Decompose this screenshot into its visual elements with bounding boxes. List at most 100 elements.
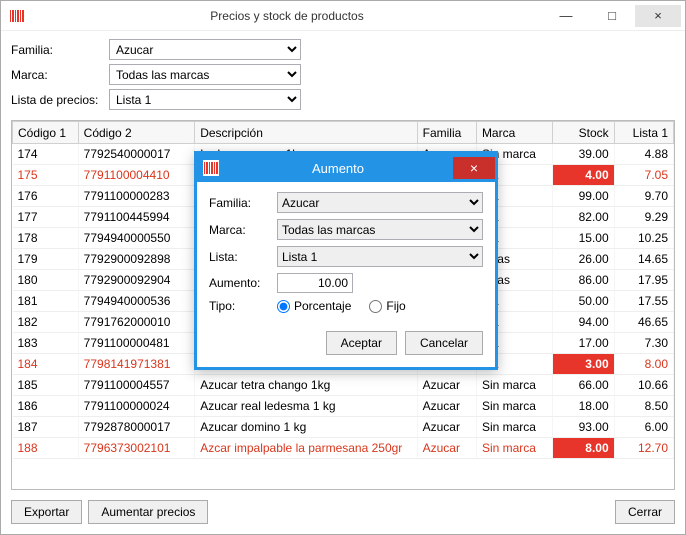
cell-c2[interactable]: 7792878000017 <box>78 417 195 438</box>
cell-price[interactable]: 10.25 <box>614 228 673 249</box>
cell-c1[interactable]: 180 <box>13 270 79 291</box>
col-lista1[interactable]: Lista 1 <box>614 122 673 144</box>
cell-c1[interactable]: 182 <box>13 312 79 333</box>
cell-c2[interactable]: 7798141971381 <box>78 354 195 375</box>
familia-select[interactable]: Azucar <box>109 39 301 60</box>
cell-c2[interactable]: 7794940000536 <box>78 291 195 312</box>
dialog-aumento-input[interactable] <box>277 273 353 293</box>
maximize-button[interactable]: □ <box>589 5 635 27</box>
cell-stock[interactable]: 18.00 <box>553 396 614 417</box>
cell-price[interactable]: 6.00 <box>614 417 673 438</box>
radio-fijo-input[interactable] <box>369 300 382 313</box>
cell-stock[interactable]: 17.00 <box>553 333 614 354</box>
cell-c1[interactable]: 178 <box>13 228 79 249</box>
cell-stock[interactable]: 94.00 <box>553 312 614 333</box>
cell-desc[interactable]: Azucar tetra chango 1kg <box>195 375 417 396</box>
cell-c2[interactable]: 7791100445994 <box>78 207 195 228</box>
col-familia[interactable]: Familia <box>417 122 476 144</box>
dialog-titlebar[interactable]: Aumento × <box>197 154 495 182</box>
table-row[interactable]: 1887796373002101Azcar impalpable la parm… <box>13 438 674 459</box>
cell-c1[interactable]: 185 <box>13 375 79 396</box>
cell-c2[interactable]: 7791100000024 <box>78 396 195 417</box>
dialog-marca-select[interactable]: Todas las marcas <box>277 219 483 240</box>
cell-stock[interactable]: 39.00 <box>553 144 614 165</box>
cell-stock[interactable]: 15.00 <box>553 228 614 249</box>
cell-c2[interactable]: 7791100000283 <box>78 186 195 207</box>
exportar-button[interactable]: Exportar <box>11 500 82 524</box>
cell-price[interactable]: 17.95 <box>614 270 673 291</box>
cell-stock[interactable]: 4.00 <box>553 165 614 186</box>
cell-c2[interactable]: 7791100004410 <box>78 165 195 186</box>
cell-stock[interactable]: 50.00 <box>553 291 614 312</box>
cell-price[interactable]: 10.66 <box>614 375 673 396</box>
cell-fam[interactable]: Azucar <box>417 417 476 438</box>
col-stock[interactable]: Stock <box>553 122 614 144</box>
cell-price[interactable]: 12.70 <box>614 438 673 459</box>
cell-price[interactable]: 9.70 <box>614 186 673 207</box>
aceptar-button[interactable]: Aceptar <box>326 331 397 355</box>
dialog-close-button[interactable]: × <box>453 157 495 179</box>
cell-price[interactable]: 17.55 <box>614 291 673 312</box>
cell-fam[interactable]: Azucar <box>417 375 476 396</box>
cell-c1[interactable]: 177 <box>13 207 79 228</box>
col-codigo1[interactable]: Código 1 <box>13 122 79 144</box>
close-button[interactable]: × <box>635 5 681 27</box>
dialog-radio-porcentaje[interactable]: Porcentaje <box>277 299 351 313</box>
cell-c2[interactable]: 7794940000550 <box>78 228 195 249</box>
dialog-lista-select[interactable]: Lista 1 <box>277 246 483 267</box>
cell-c1[interactable]: 176 <box>13 186 79 207</box>
table-row[interactable]: 1877792878000017Azucar domino 1 kgAzucar… <box>13 417 674 438</box>
cell-price[interactable]: 4.88 <box>614 144 673 165</box>
cell-c2[interactable]: 7792900092904 <box>78 270 195 291</box>
dialog-radio-fijo[interactable]: Fijo <box>369 299 405 313</box>
minimize-button[interactable]: — <box>543 5 589 27</box>
cell-marca[interactable]: Sin marca <box>476 396 552 417</box>
cerrar-button[interactable]: Cerrar <box>615 500 675 524</box>
cell-marca[interactable]: Sin marca <box>476 375 552 396</box>
marca-select[interactable]: Todas las marcas <box>109 64 301 85</box>
cell-c1[interactable]: 179 <box>13 249 79 270</box>
col-marca[interactable]: Marca <box>476 122 552 144</box>
lista-select[interactable]: Lista 1 <box>109 89 301 110</box>
cancelar-button[interactable]: Cancelar <box>405 331 483 355</box>
cell-c1[interactable]: 187 <box>13 417 79 438</box>
cell-stock[interactable]: 26.00 <box>553 249 614 270</box>
cell-marca[interactable]: Sin marca <box>476 417 552 438</box>
cell-c2[interactable]: 7792540000017 <box>78 144 195 165</box>
cell-price[interactable]: 46.65 <box>614 312 673 333</box>
cell-c1[interactable]: 183 <box>13 333 79 354</box>
cell-fam[interactable]: Azucar <box>417 396 476 417</box>
cell-stock[interactable]: 93.00 <box>553 417 614 438</box>
table-row[interactable]: 1857791100004557Azucar tetra chango 1kgA… <box>13 375 674 396</box>
cell-fam[interactable]: Azucar <box>417 438 476 459</box>
table-row[interactable]: 1867791100000024Azucar real ledesma 1 kg… <box>13 396 674 417</box>
cell-price[interactable]: 7.30 <box>614 333 673 354</box>
cell-price[interactable]: 14.65 <box>614 249 673 270</box>
col-descripcion[interactable]: Descripción <box>195 122 417 144</box>
cell-stock[interactable]: 66.00 <box>553 375 614 396</box>
cell-c2[interactable]: 7791100000481 <box>78 333 195 354</box>
cell-c1[interactable]: 184 <box>13 354 79 375</box>
cell-price[interactable]: 8.00 <box>614 354 673 375</box>
cell-c2[interactable]: 7792900092898 <box>78 249 195 270</box>
cell-desc[interactable]: Azcar impalpable la parmesana 250gr <box>195 438 417 459</box>
cell-stock[interactable]: 8.00 <box>553 438 614 459</box>
cell-c1[interactable]: 186 <box>13 396 79 417</box>
cell-stock[interactable]: 86.00 <box>553 270 614 291</box>
cell-c1[interactable]: 174 <box>13 144 79 165</box>
col-codigo2[interactable]: Código 2 <box>78 122 195 144</box>
cell-c2[interactable]: 7791762000010 <box>78 312 195 333</box>
cell-stock[interactable]: 99.00 <box>553 186 614 207</box>
cell-price[interactable]: 8.50 <box>614 396 673 417</box>
aumentar-precios-button[interactable]: Aumentar precios <box>88 500 208 524</box>
cell-desc[interactable]: Azucar domino 1 kg <box>195 417 417 438</box>
cell-stock[interactable]: 3.00 <box>553 354 614 375</box>
cell-c1[interactable]: 175 <box>13 165 79 186</box>
cell-c2[interactable]: 7791100004557 <box>78 375 195 396</box>
radio-porcentaje-input[interactable] <box>277 300 290 313</box>
cell-price[interactable]: 9.29 <box>614 207 673 228</box>
dialog-familia-select[interactable]: Azucar <box>277 192 483 213</box>
cell-marca[interactable]: Sin marca <box>476 438 552 459</box>
cell-desc[interactable]: Azucar real ledesma 1 kg <box>195 396 417 417</box>
cell-stock[interactable]: 82.00 <box>553 207 614 228</box>
